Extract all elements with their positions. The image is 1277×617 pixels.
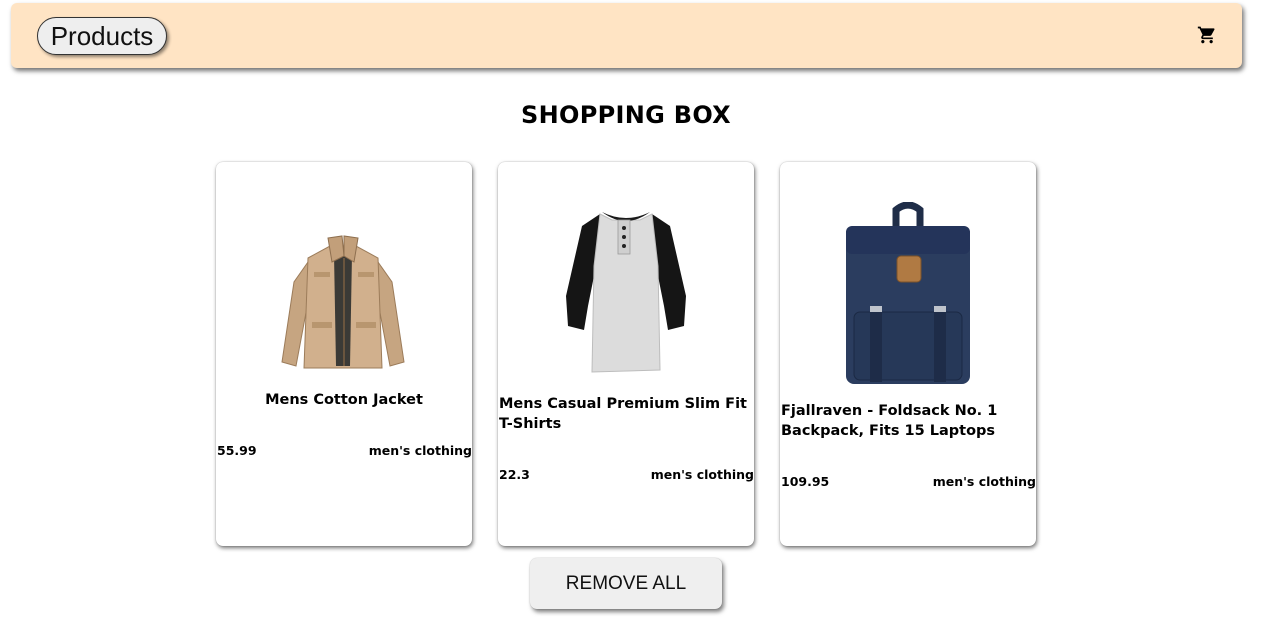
products-button[interactable]: Products xyxy=(37,17,167,55)
product-category: men's clothing xyxy=(368,443,472,458)
product-price: 55.99 xyxy=(217,443,257,458)
product-title: Mens Cotton Jacket xyxy=(265,392,423,408)
page-title: SHOPPING BOX xyxy=(521,101,731,129)
product-title: Fjallraven - Foldsack No. 1 Backpack, Fi… xyxy=(781,403,998,439)
product-title: Mens Casual Premium Slim Fit T-Shirts xyxy=(499,396,747,432)
product-category: men's clothing xyxy=(932,474,1036,489)
tshirt-image xyxy=(566,212,686,373)
product-card-backpack: Fjallraven - Foldsack No. 1 Backpack, Fi… xyxy=(780,162,1036,546)
product-card-tshirt: Mens Casual Premium Slim Fit T-Shirts 22… xyxy=(498,162,754,546)
top-navbar: Products xyxy=(11,3,1242,68)
remove-all-button[interactable]: REMOVE ALL xyxy=(530,558,722,609)
shopping-cart-icon[interactable] xyxy=(1197,25,1217,45)
product-price: 109.95 xyxy=(781,474,830,489)
jacket-image xyxy=(281,235,405,369)
product-price: 22.3 xyxy=(499,467,530,482)
product-card-jacket: Mens Cotton Jacket 55.99 men's clothing xyxy=(216,162,472,546)
product-category: men's clothing xyxy=(650,467,754,482)
backpack-image xyxy=(846,202,970,384)
